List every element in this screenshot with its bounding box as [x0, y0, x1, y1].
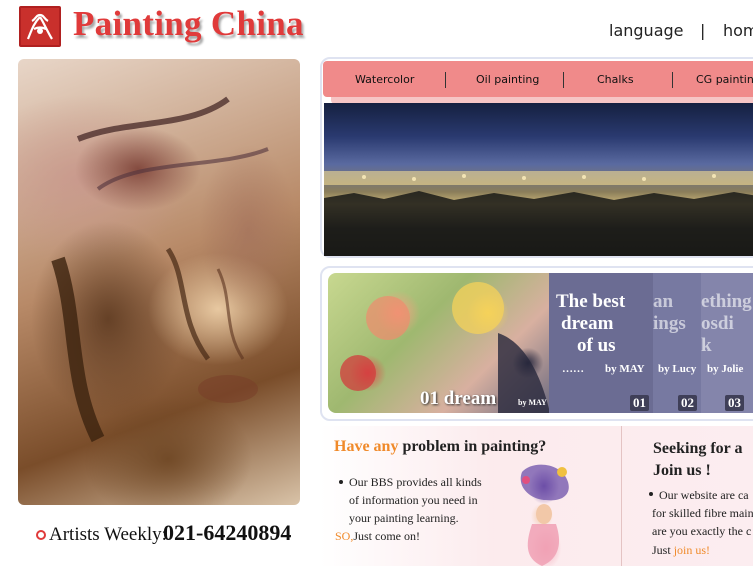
featured-caption-author: by MAY — [518, 398, 547, 407]
gallery-slide-3[interactable]: ething osdi k by Jolie 03 — [701, 273, 753, 413]
slide-title-line: an — [653, 291, 674, 312]
nav-language-link[interactable]: language — [609, 21, 684, 40]
bbs-heading: Have any problem in painting? — [334, 438, 546, 456]
bbs-heading-highlight: Have any — [334, 438, 399, 455]
menu-item-cg-painting[interactable]: CG painting — [696, 73, 753, 86]
menu-item-chalks[interactable]: Chalks — [597, 73, 634, 86]
bbs-cta-highlight: SO, — [335, 529, 354, 543]
gallery-slide-2[interactable]: an ings by Lucy 02 — [653, 273, 701, 413]
category-menu: Watercolor Oil painting Chalks CG painti… — [323, 61, 753, 97]
slide-title-line: ings — [653, 313, 686, 334]
menu-divider — [563, 72, 564, 88]
slide-number[interactable]: 02 — [678, 395, 697, 411]
join-cta-prefix: Just — [652, 543, 674, 557]
portrait-painting-image — [18, 59, 300, 505]
join-text-line: Our website are ca — [659, 488, 749, 502]
bbs-call-to-action[interactable]: SO,Just come on! — [335, 529, 420, 544]
join-call-to-action[interactable]: Just join us! — [652, 543, 710, 558]
menu-divider — [445, 72, 446, 88]
join-heading: Seeking for a Join us ! — [653, 438, 742, 482]
bullet-icon — [339, 480, 343, 484]
slide-author: by MAY — [605, 363, 645, 375]
bbs-cta-text: Just come on! — [353, 529, 420, 543]
menu-divider — [672, 72, 673, 88]
gallery-slide-1[interactable]: The best dream of us …… by MAY 01 — [549, 273, 653, 413]
hotline-bullet-icon — [36, 530, 46, 540]
night-cityscape-banner-image — [324, 103, 753, 256]
girl-illustration-image — [502, 462, 582, 566]
slide-title-line: The best — [556, 291, 626, 312]
menu-item-watercolor[interactable]: Watercolor — [355, 73, 414, 86]
slide-title-line: osdi — [701, 313, 734, 334]
menu-item-oil-painting[interactable]: Oil painting — [476, 73, 539, 86]
slide-author: by Jolie — [707, 363, 744, 375]
hotline-label: Artists Weekly: — [49, 524, 167, 545]
bbs-text-line: of information you need in — [349, 493, 478, 507]
join-text-line: for skilled fibre main — [652, 506, 753, 520]
site-title[interactable]: Painting China — [73, 4, 304, 44]
nav-separator: | — [700, 21, 706, 40]
join-cta-highlight: join us! — [673, 543, 711, 557]
slide-title-line: k — [701, 335, 712, 356]
slide-title-line: of us — [577, 335, 616, 356]
bullet-icon — [649, 492, 653, 496]
hotline-number: 021-64240894 — [163, 520, 292, 545]
bbs-text-line: your painting learning. — [349, 511, 459, 525]
bbs-text-line: Our BBS provides all kinds — [349, 475, 482, 489]
slide-ellipsis: …… — [562, 363, 584, 375]
promo-divider — [621, 426, 622, 566]
slide-title-line: ething — [701, 291, 752, 312]
slide-number[interactable]: 01 — [630, 395, 649, 411]
slide-title-line: dream — [561, 313, 614, 334]
slide-number[interactable]: 03 — [725, 395, 744, 411]
join-text-line: are you exactly the c — [652, 524, 752, 538]
nav-home-link[interactable]: home — [723, 21, 753, 40]
featured-caption: 01 dream — [420, 388, 497, 409]
logo-icon[interactable] — [19, 6, 61, 47]
join-heading-line: Join us ! — [653, 462, 711, 479]
join-heading-line: Seeking for a — [653, 440, 743, 457]
bbs-heading-text: problem in painting? — [398, 438, 547, 455]
slide-author: by Lucy — [658, 363, 697, 375]
